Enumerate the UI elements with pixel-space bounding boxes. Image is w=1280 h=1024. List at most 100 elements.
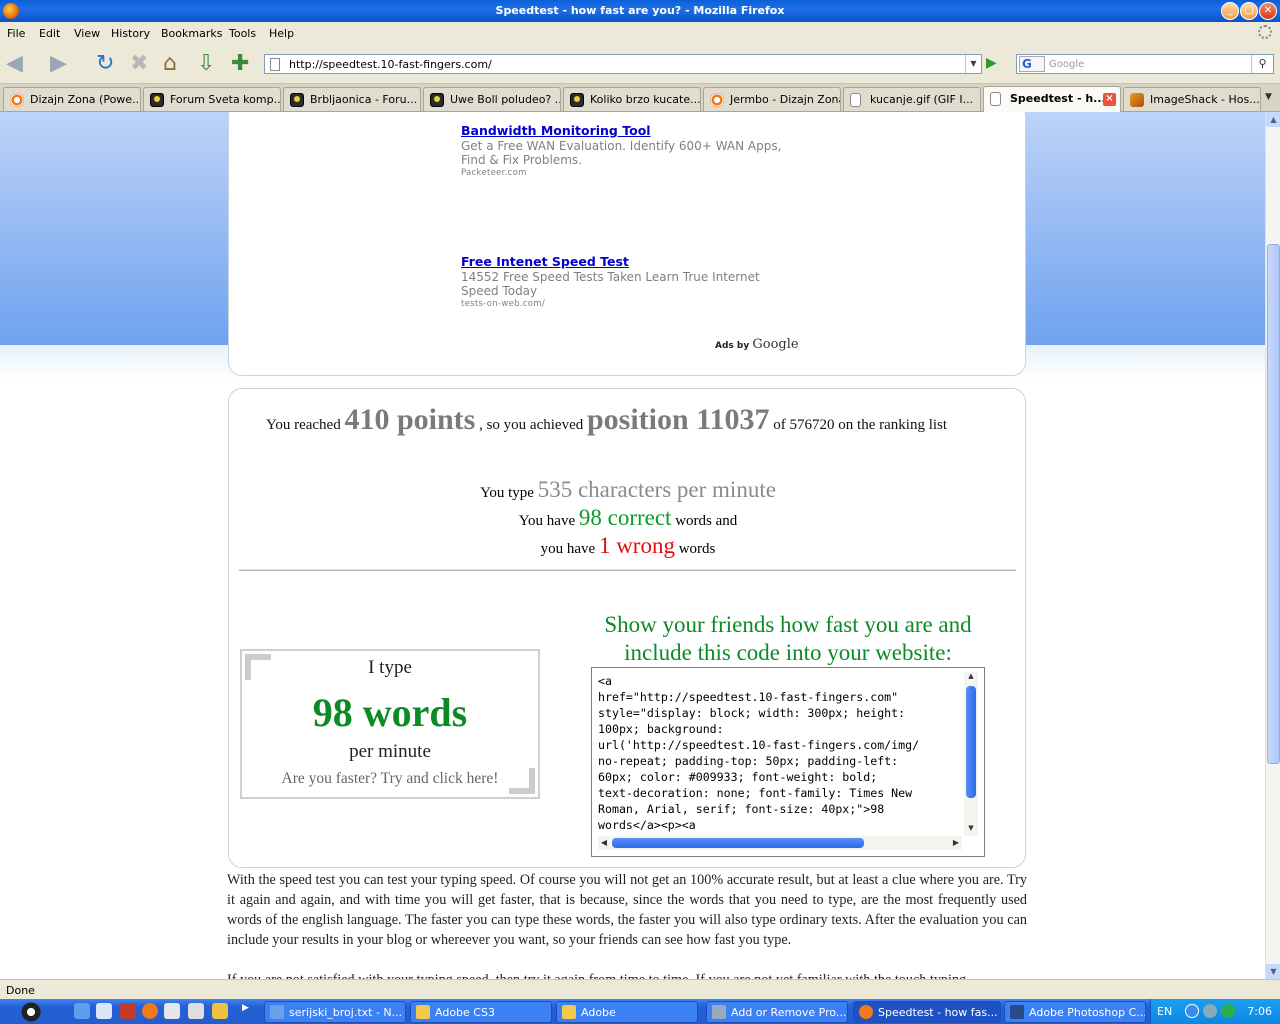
scroll-down-icon[interactable]: ▼ [964, 824, 978, 836]
menu-edit[interactable]: Edit [39, 27, 60, 40]
clock: 7:06 [1247, 1005, 1272, 1018]
ads-by-label: Ads by [715, 341, 750, 351]
menu-help[interactable]: Help [269, 27, 294, 40]
result-badge[interactable]: I type 98 words per minute Are you faste… [240, 649, 540, 799]
scroll-right-icon[interactable]: ▶ [950, 836, 962, 850]
tab-uwe-boll[interactable]: Uwe Boll poludeo? ... [423, 87, 561, 111]
url-bar[interactable]: http://speedtest.10-fast-fingers.com/ ▼ [264, 54, 982, 74]
tab-label: Jermbo - Dizajn Zona [730, 93, 841, 106]
ad-title-link[interactable]: Bandwidth Monitoring Tool [461, 123, 791, 138]
tab-imageshack[interactable]: ImageShack - Hos... [1123, 87, 1261, 111]
type-label: You type [480, 485, 534, 501]
taskbar-label: Adobe Photoshop C... [1029, 1006, 1146, 1019]
ads-box: Bandwidth Monitoring Tool Get a Free WAN… [228, 112, 1026, 376]
ads-by-google[interactable]: Ads by Google [715, 337, 799, 352]
menu-history[interactable]: History [111, 27, 150, 40]
embed-code-text[interactable]: <a href="http://speedtest.10-fast-finger… [598, 673, 964, 833]
firefox-taskbar-icon[interactable] [142, 1003, 158, 1019]
forward-arrow-icon[interactable]: ▶ [50, 52, 74, 76]
ie-icon[interactable] [74, 1003, 90, 1019]
tab-favicon-icon [150, 93, 164, 107]
minimize-button[interactable]: _ [1221, 2, 1239, 20]
scroll-thumb[interactable] [1267, 244, 1280, 764]
taskbar-adobe-cs3[interactable]: Adobe CS3 [410, 1001, 552, 1023]
tab-forum-sveta[interactable]: Forum Sveta komp... [143, 87, 281, 111]
url-text[interactable]: http://speedtest.10-fast-fingers.com/ [289, 58, 492, 71]
explorer-icon[interactable] [164, 1003, 180, 1019]
scroll-thumb[interactable] [612, 838, 864, 848]
tool-icon[interactable] [188, 1003, 204, 1019]
badge-faster-link[interactable]: Are you faster? Try and click here! [242, 770, 538, 788]
tab-koliko-brzo[interactable]: Koliko brzo kucate... [563, 87, 701, 111]
menu-file[interactable]: File [7, 27, 25, 40]
page-scrollbar[interactable]: ▲ ▼ [1265, 112, 1280, 979]
tab-label: Uwe Boll poludeo? ... [450, 93, 561, 106]
home-icon[interactable]: ⌂ [163, 52, 187, 76]
close-button[interactable]: ✕ [1259, 2, 1277, 20]
antivirus-icon[interactable] [1221, 1004, 1235, 1018]
scroll-left-icon[interactable]: ◀ [598, 836, 610, 850]
stop-icon[interactable]: ✖ [130, 52, 154, 76]
wrong-line: you have 1 wrong words [229, 533, 1027, 559]
volume-icon[interactable] [1203, 1004, 1217, 1018]
opera-icon[interactable] [120, 1003, 136, 1019]
tab-label: Koliko brzo kucate... [590, 93, 701, 106]
taskbar-notepad[interactable]: serijski_broj.txt - N... [264, 1001, 406, 1023]
ad-title-link[interactable]: Free Intenet Speed Test [461, 254, 791, 269]
network-icon[interactable] [1185, 1004, 1199, 1018]
tab-dizajn-zona[interactable]: Dizajn Zona (Powe... [3, 87, 141, 111]
reload-icon[interactable]: ↻ [96, 52, 120, 76]
wrong-suffix: words [678, 541, 716, 557]
winamp-icon[interactable] [212, 1003, 228, 1019]
taskbar-speedtest[interactable]: Speedtest - how fas... [853, 1001, 1001, 1023]
tab-jermbo[interactable]: Jermbo - Dizajn Zona [703, 87, 841, 111]
embed-code-textarea[interactable]: <a href="http://speedtest.10-fast-finger… [591, 667, 985, 857]
tab-kucanje-gif[interactable]: kucanje.gif (GIF I... [843, 87, 981, 111]
menu-bookmarks[interactable]: Bookmarks [161, 27, 222, 40]
new-tab-icon[interactable]: ✚ [231, 52, 255, 76]
menu-tools[interactable]: Tools [229, 27, 256, 40]
tab-list-chevron-down-icon[interactable]: ▼ [1265, 92, 1272, 102]
firefox-icon [859, 1005, 873, 1019]
taskbar-photoshop[interactable]: Adobe Photoshop C... [1004, 1001, 1146, 1023]
tab-brbljaonica[interactable]: Brbljaonica - Foru... [283, 87, 421, 111]
tab-bar: Dizajn Zona (Powe... Forum Sveta komp...… [0, 84, 1280, 112]
taskbar-add-remove[interactable]: Add or Remove Pro... [706, 1001, 848, 1023]
taskbar-label: Add or Remove Pro... [731, 1006, 847, 1019]
ad-url[interactable]: Packeteer.com [461, 168, 791, 178]
ad-url[interactable]: tests-on-web.com/ [461, 299, 791, 309]
control-panel-icon [712, 1005, 726, 1019]
go-icon[interactable]: ▶ [986, 55, 1004, 73]
chevron-right-icon[interactable]: ▶ [242, 1003, 252, 1019]
scroll-up-icon[interactable]: ▲ [1266, 112, 1280, 127]
back-arrow-icon[interactable]: ◀ [6, 52, 30, 76]
badge-words: 98 words [312, 690, 468, 735]
code-vertical-scrollbar[interactable]: ▲ ▼ [964, 672, 978, 836]
search-engine-icon[interactable]: G [1019, 56, 1045, 72]
tab-favicon-icon [430, 93, 444, 107]
wrong-value: 1 wrong [598, 533, 675, 558]
window-titlebar: Speedtest - how fast are you? - Mozilla … [0, 0, 1280, 22]
taskbar-adobe[interactable]: Adobe [556, 1001, 698, 1023]
search-input[interactable]: Google [1049, 59, 1084, 70]
url-dropdown-icon[interactable]: ▼ [965, 55, 981, 73]
folder-icon [562, 1005, 576, 1019]
menu-view[interactable]: View [74, 27, 100, 40]
tab-speedtest[interactable]: Speedtest - h... × [983, 86, 1121, 112]
scroll-thumb[interactable] [966, 686, 976, 798]
search-icon[interactable]: ⚲ [1251, 55, 1273, 73]
taskbar: ▶ serijski_broj.txt - N... Adobe CS3 Ado… [0, 999, 1280, 1024]
code-horizontal-scrollbar[interactable]: ◀ ▶ [598, 836, 962, 850]
download-icon[interactable]: ⇩ [197, 52, 221, 76]
linux-tux-icon[interactable] [20, 1001, 42, 1023]
tab-favicon-icon [290, 93, 304, 107]
scroll-down-icon[interactable]: ▼ [1266, 964, 1280, 979]
tab-label: Speedtest - h... [1010, 92, 1106, 105]
desktop-icon[interactable] [96, 1003, 112, 1019]
scroll-up-icon[interactable]: ▲ [964, 672, 978, 684]
language-indicator[interactable]: EN [1157, 1005, 1172, 1018]
search-box[interactable]: G Google ⚲ [1016, 54, 1274, 74]
tab-close-icon[interactable]: × [1103, 93, 1116, 106]
maximize-button[interactable]: □ [1240, 2, 1258, 20]
system-tray: EN 7:06 [1150, 999, 1280, 1024]
